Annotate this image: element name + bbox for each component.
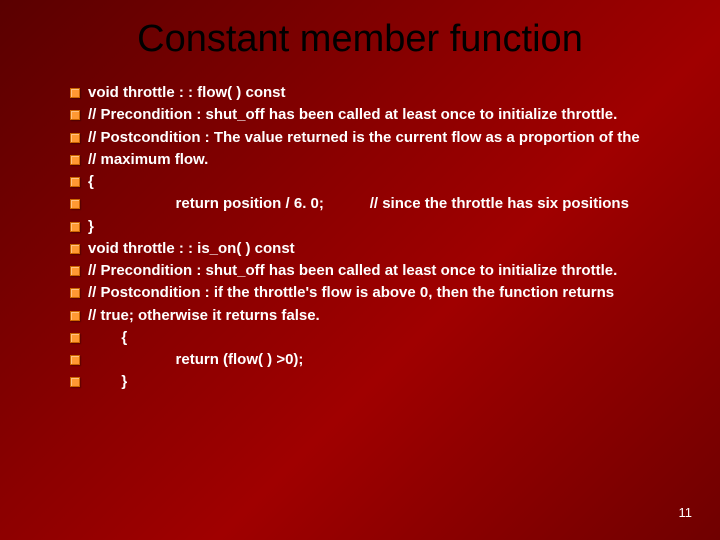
slide-title: Constant member function: [0, 0, 720, 83]
list-item: {: [70, 328, 690, 348]
line-text: // Postcondition : if the throttle's flo…: [88, 283, 690, 303]
line-text: }: [88, 372, 690, 392]
bullet-icon: [70, 333, 80, 343]
bullet-icon: [70, 155, 80, 165]
bullet-icon: [70, 266, 80, 276]
list-item: // true; otherwise it returns false.: [70, 306, 690, 326]
line-text: // Precondition : shut_off has been call…: [88, 261, 690, 281]
line-text: return (flow( ) >0);: [88, 350, 690, 370]
line-text: // Precondition : shut_off has been call…: [88, 105, 690, 125]
line-text: }: [88, 217, 690, 237]
list-item: {: [70, 172, 690, 192]
bullet-icon: [70, 355, 80, 365]
line-text: void throttle : : is_on( ) const: [88, 239, 690, 259]
bullet-icon: [70, 288, 80, 298]
line-text: {: [88, 328, 690, 348]
bullet-icon: [70, 377, 80, 387]
list-item: // maximum flow.: [70, 150, 690, 170]
slide-body: void throttle : : flow( ) const // Preco…: [0, 83, 720, 393]
bullet-icon: [70, 133, 80, 143]
list-item: void throttle : : flow( ) const: [70, 83, 690, 103]
line-text: // true; otherwise it returns false.: [88, 306, 690, 326]
bullet-icon: [70, 244, 80, 254]
line-text: {: [88, 172, 690, 192]
list-item: // Precondition : shut_off has been call…: [70, 105, 690, 125]
bullet-icon: [70, 177, 80, 187]
list-item: // Postcondition : The value returned is…: [70, 128, 690, 148]
list-item: return (flow( ) >0);: [70, 350, 690, 370]
list-item: void throttle : : is_on( ) const: [70, 239, 690, 259]
list-item: // Postcondition : if the throttle's flo…: [70, 283, 690, 303]
line-text: // maximum flow.: [88, 150, 690, 170]
bullet-icon: [70, 88, 80, 98]
bullet-icon: [70, 110, 80, 120]
page-number: 11: [679, 505, 693, 520]
list-item: // Precondition : shut_off has been call…: [70, 261, 690, 281]
list-item: }: [70, 217, 690, 237]
bullet-icon: [70, 199, 80, 209]
list-item: return position / 6. 0; // since the thr…: [70, 194, 690, 214]
bullet-icon: [70, 222, 80, 232]
line-text: void throttle : : flow( ) const: [88, 83, 690, 103]
bullet-icon: [70, 311, 80, 321]
list-item: }: [70, 372, 690, 392]
line-text: // Postcondition : The value returned is…: [88, 128, 690, 148]
line-text: return position / 6. 0; // since the thr…: [88, 194, 690, 214]
